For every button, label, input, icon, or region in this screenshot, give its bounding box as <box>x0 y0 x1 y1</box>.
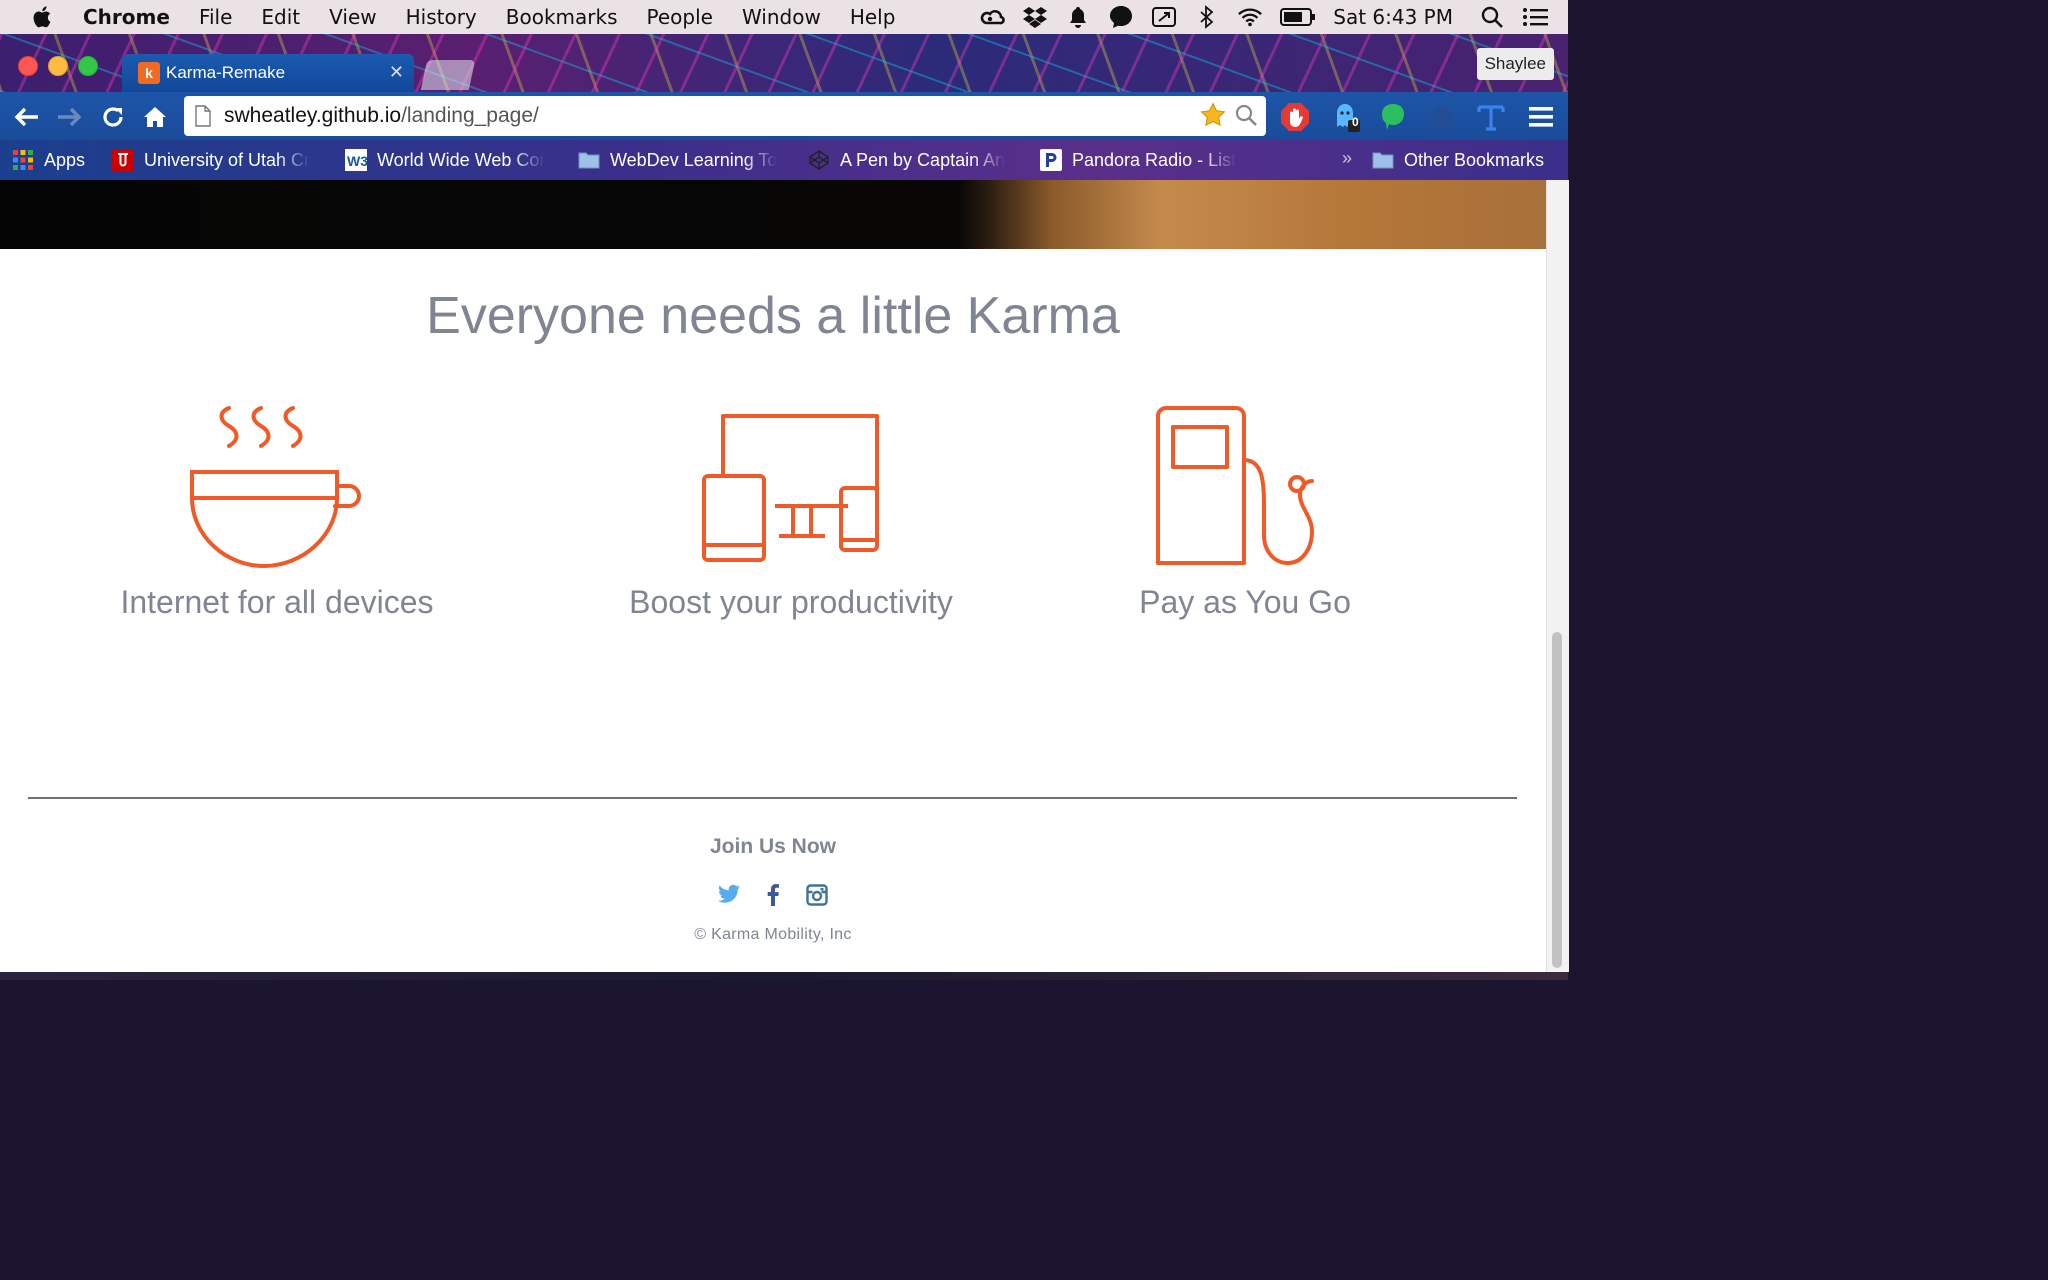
dropbox-icon[interactable] <box>1022 4 1048 30</box>
chrome-menu-icon[interactable] <box>1526 102 1556 132</box>
spotlight-search-icon[interactable] <box>1479 4 1505 30</box>
menu-view[interactable]: View <box>329 5 376 29</box>
menu-file[interactable]: File <box>199 5 232 29</box>
apps-grid-icon <box>13 150 33 170</box>
close-window-icon[interactable] <box>18 56 38 76</box>
back-arrow-icon[interactable] <box>12 102 42 132</box>
bookmark-label: University of Utah Cr <box>144 149 311 170</box>
bookmark-apps[interactable]: Apps <box>12 149 85 171</box>
notification-center-icon[interactable] <box>1522 4 1548 30</box>
join-us-heading: Join Us Now <box>709 835 836 858</box>
bookmark-w3c[interactable]: W3 World Wide Web Cor <box>345 149 555 171</box>
page-scrollbar[interactable] <box>1546 180 1569 972</box>
copyright-text: © Karma Mobility, Inc <box>694 926 852 943</box>
menu-list: File Edit View History Bookmarks People … <box>199 5 925 29</box>
settings-gear-icon[interactable] <box>1428 102 1458 132</box>
bookmark-label: World Wide Web Cor <box>377 149 546 170</box>
codepen-icon <box>809 150 829 170</box>
bookmark-codepen[interactable]: A Pen by Captain An <box>808 149 1018 171</box>
menu-help[interactable]: Help <box>850 5 896 29</box>
folder-icon <box>1372 152 1394 169</box>
menu-window[interactable]: Window <box>742 5 821 29</box>
profile-button[interactable]: Shaylee <box>1476 48 1554 80</box>
twitter-icon[interactable] <box>718 884 740 904</box>
zoom-window-icon[interactable] <box>78 56 98 76</box>
page-viewport: Everyone needs a little Karma Internet f… <box>0 180 1546 972</box>
bookmark-other-bookmarks[interactable]: Other Bookmarks <box>1372 149 1544 171</box>
chat-bubble-icon[interactable] <box>1108 4 1134 30</box>
page-icon <box>195 105 211 127</box>
feature-label: Pay as You Go <box>1139 584 1351 620</box>
typography-extension-icon[interactable] <box>1476 102 1506 132</box>
page-headline: Everyone needs a little Karma <box>426 287 1120 345</box>
coffee-cup-icon <box>190 406 361 569</box>
pandora-icon <box>1040 149 1062 171</box>
close-tab-icon[interactable]: ✕ <box>389 62 404 83</box>
folder-icon <box>578 152 600 169</box>
url-path: /landing_page/ <box>401 104 539 127</box>
bookmark-webdev-folder[interactable]: WebDev Learning To <box>578 149 783 171</box>
desktop-background <box>0 972 1568 980</box>
hero-image <box>0 180 1546 249</box>
menu-bar: Chrome File Edit View History Bookmarks … <box>0 0 1568 34</box>
apple-icon[interactable] <box>30 4 56 30</box>
menu-history[interactable]: History <box>406 5 477 29</box>
notification-bell-icon[interactable] <box>1065 4 1091 30</box>
footer-divider <box>28 797 1517 799</box>
bookmark-star-icon[interactable] <box>1200 102 1226 134</box>
feature-label: Internet for all devices <box>120 584 434 620</box>
scrollbar-thumb[interactable] <box>1552 632 1562 968</box>
feature-label: Boost your productivity <box>629 584 953 620</box>
bookmarks-overflow-button[interactable]: » <box>1342 148 1352 169</box>
instagram-icon[interactable] <box>806 884 828 906</box>
devices-icon <box>702 414 879 562</box>
feature-pay-as-you-go: Pay as You Go <box>1045 400 1445 621</box>
address-bar[interactable]: swheatley.github.io/landing_page/ <box>184 96 1266 136</box>
w3c-icon: W3 <box>345 149 367 171</box>
karma-favicon-icon: k <box>138 62 160 84</box>
url-host: swheatley.github.io <box>224 104 402 127</box>
bookmark-label: WebDev Learning To <box>610 149 778 170</box>
home-icon[interactable] <box>140 102 170 132</box>
bookmark-university-of-utah[interactable]: University of Utah Cr <box>112 149 322 171</box>
battery-icon[interactable] <box>1280 4 1316 30</box>
adblock-extension-icon[interactable] <box>1280 102 1310 132</box>
feature-internet: Internet for all devices <box>77 400 477 621</box>
zoom-magnifier-icon[interactable] <box>1234 103 1258 133</box>
creative-cloud-icon[interactable] <box>979 4 1006 30</box>
evernote-extension-icon[interactable] <box>1378 102 1408 132</box>
university-of-utah-icon <box>112 149 134 171</box>
app-name-menu[interactable]: Chrome <box>83 5 170 29</box>
tab-karma-remake[interactable]: k Karma-Remake ✕ <box>122 54 414 92</box>
browser-frame: k Karma-Remake ✕ Shaylee swheatley.githu… <box>0 34 1568 180</box>
bookmark-label: A Pen by Captain An <box>840 149 1006 170</box>
tab-title: Karma-Remake <box>166 63 286 82</box>
status-area: Sat 6:43 PM <box>979 0 1568 34</box>
wifi-icon[interactable] <box>1237 4 1263 30</box>
svg-text:W3: W3 <box>347 153 367 169</box>
facebook-icon[interactable] <box>766 884 780 906</box>
menu-people[interactable]: People <box>647 5 713 29</box>
browser-toolbar: swheatley.github.io/landing_page/ 0 <box>0 92 1568 140</box>
tab-strip: k Karma-Remake ✕ Shaylee <box>0 34 1568 92</box>
new-tab-button[interactable] <box>420 60 476 90</box>
reload-icon[interactable] <box>98 102 128 132</box>
minimize-window-icon[interactable] <box>48 56 68 76</box>
bookmark-label: Other Bookmarks <box>1404 149 1545 170</box>
bookmark-label: Pandora Radio - List <box>1072 149 1237 170</box>
bluetooth-icon[interactable] <box>1194 4 1220 30</box>
menu-bookmarks[interactable]: Bookmarks <box>506 5 618 29</box>
menu-clock[interactable]: Sat 6:43 PM <box>1333 5 1453 29</box>
social-links <box>0 884 1546 906</box>
fuel-pump-icon <box>1156 406 1314 565</box>
bookmark-pandora[interactable]: Pandora Radio - List <box>1040 149 1250 171</box>
bookmarks-bar: Apps University of Utah Cr W3 World Wide… <box>0 140 1568 180</box>
forward-arrow-icon[interactable] <box>54 102 84 132</box>
screen-share-icon[interactable] <box>1151 4 1177 30</box>
ghostery-extension-icon[interactable]: 0 <box>1330 102 1360 132</box>
feature-productivity: Boost your productivity <box>591 400 991 621</box>
bookmark-apps-label: Apps <box>44 149 86 170</box>
menu-edit[interactable]: Edit <box>261 5 300 29</box>
extension-badge-count: 0 <box>1352 115 1359 129</box>
